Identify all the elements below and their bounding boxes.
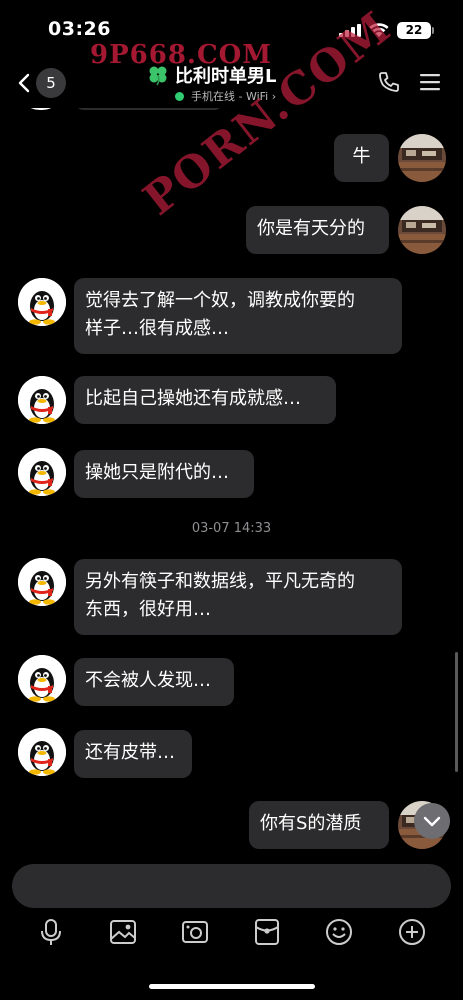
message-bubble[interactable]: 觉得去了解一个奴，调教成你要的 样子…很有成感…: [74, 278, 402, 354]
contact-name: 比利时单男L: [175, 66, 277, 87]
plus-icon[interactable]: [398, 918, 426, 946]
battery-tip: [432, 27, 434, 34]
message-list[interactable]: 牛 你是有天分的 觉得去了解一个奴，调教成你要的 样子…很有成感… 比起自己操她…: [0, 108, 463, 860]
avatar-contact[interactable]: [18, 448, 66, 496]
message-input[interactable]: [12, 864, 451, 908]
unread-count-badge: 5: [36, 68, 66, 98]
avatar: [18, 108, 64, 110]
phone-icon[interactable]: [377, 70, 401, 94]
avatar-contact[interactable]: [18, 655, 66, 703]
avatar-me[interactable]: [398, 134, 446, 182]
contact-info[interactable]: 比利时单男L 手机在线 - WiFi ›: [145, 60, 325, 106]
message-bubble[interactable]: 不会被人发现…: [74, 658, 234, 706]
online-status[interactable]: 手机在线 - WiFi ›: [191, 88, 276, 104]
message-timestamp: 03-07 14:33: [191, 521, 272, 536]
message-bubble[interactable]: 另外有筷子和数据线，平凡无奇的 东西，很好用…: [74, 559, 402, 635]
message-bubble[interactable]: 牛: [334, 134, 389, 182]
message-line: 觉得去了解一个奴，调教成你要的: [85, 290, 355, 311]
message-bubble-partial: [74, 108, 224, 110]
online-status-dot: [175, 92, 184, 101]
avatar-contact[interactable]: [18, 376, 66, 424]
message-line: 样子…很有成感…: [85, 318, 229, 339]
avatar-contact[interactable]: [18, 558, 66, 606]
status-time: 03:26: [48, 18, 111, 40]
microphone-icon[interactable]: [37, 918, 65, 946]
message-bubble[interactable]: 还有皮带…: [74, 730, 192, 778]
home-indicator[interactable]: [149, 984, 315, 989]
scrollbar[interactable]: [455, 652, 458, 772]
wifi-icon: [369, 23, 389, 37]
emoji-icon[interactable]: [325, 918, 353, 946]
red-packet-icon[interactable]: [253, 918, 281, 946]
clover-icon: [149, 66, 167, 86]
cellular-signal-icon: [339, 24, 361, 37]
chevron-left-icon: [18, 73, 30, 93]
avatar-contact[interactable]: [18, 728, 66, 776]
back-button[interactable]: 5: [18, 66, 72, 100]
battery-indicator: 22: [397, 22, 431, 39]
image-icon[interactable]: [109, 918, 137, 946]
avatar-me[interactable]: [398, 206, 446, 254]
scroll-to-bottom-button[interactable]: [414, 803, 450, 839]
chat-header: 5 比利时单男L 手机在线 - WiFi ›: [0, 56, 463, 108]
message-bubble[interactable]: 你有S的潜质: [249, 801, 389, 849]
menu-icon[interactable]: [419, 71, 441, 93]
message-bubble[interactable]: 操她只是附代的…: [74, 450, 254, 498]
message-line: 另外有筷子和数据线，平凡无奇的: [85, 571, 355, 592]
camera-icon[interactable]: [181, 918, 209, 946]
message-bubble[interactable]: 比起自己操她还有成就感…: [74, 376, 336, 424]
status-bar: 03:26 22: [0, 0, 463, 56]
avatar-contact[interactable]: [18, 278, 66, 326]
message-line: 东西，很好用…: [85, 599, 211, 620]
message-bubble[interactable]: 你是有天分的: [246, 206, 389, 254]
